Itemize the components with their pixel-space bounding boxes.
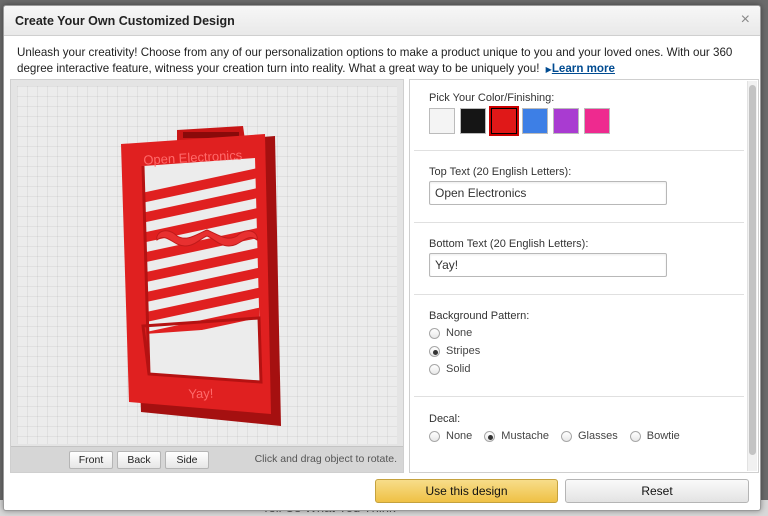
decal-option-none[interactable]: None	[429, 430, 472, 442]
pattern-option-label: Stripes	[446, 345, 481, 357]
decal-option-mustache[interactable]: Mustache	[484, 430, 549, 442]
rotate-hint: Click and drag object to rotate.	[254, 453, 397, 465]
pattern-option-label: Solid	[446, 363, 471, 375]
color-section: Pick Your Color/Finishing:	[414, 80, 744, 151]
intro-text: Unleash your creativity! Choose from any…	[17, 45, 752, 78]
preview-viewer: Open Electronics Yay! Front Back Side Cl…	[10, 79, 404, 473]
bottom-text-section: Bottom Text (20 English Letters):	[414, 223, 744, 295]
swatch-black[interactable]	[460, 108, 486, 134]
decal-options: None Mustache Glasses Bowtie	[429, 430, 692, 442]
decal-option-label: None	[446, 430, 473, 442]
bottom-text-label: Bottom Text (20 English Letters):	[429, 238, 589, 250]
intro-paragraph: Unleash your creativity! Choose from any…	[17, 46, 733, 75]
phone-case-model: Open Electronics Yay!	[121, 126, 281, 426]
bottom-text-input[interactable]	[429, 253, 667, 277]
swatch-red[interactable]	[489, 106, 519, 136]
dialog-header: Create Your Own Customized Design ×	[4, 6, 760, 36]
pattern-label: Background Pattern:	[429, 310, 530, 322]
reset-button[interactable]: Reset	[565, 479, 749, 503]
model-bottom-text: Yay!	[188, 386, 214, 402]
color-label: Pick Your Color/Finishing:	[429, 92, 555, 104]
front-view-button[interactable]: Front	[69, 451, 113, 469]
back-view-button[interactable]: Back	[117, 451, 161, 469]
pattern-option-none[interactable]: None	[429, 327, 472, 339]
options-scroll-area: Pick Your Color/Finishing: Top Text (20 …	[410, 80, 748, 472]
radio-checked-icon[interactable]	[484, 430, 496, 442]
swatch-white[interactable]	[429, 108, 455, 134]
radio-icon[interactable]	[429, 363, 440, 375]
radio-icon[interactable]	[629, 430, 641, 442]
pattern-option-solid[interactable]: Solid	[429, 363, 470, 375]
decal-option-glasses[interactable]: Glasses	[561, 430, 618, 442]
options-scrollbar[interactable]	[747, 81, 757, 471]
top-text-label: Top Text (20 English Letters):	[429, 166, 572, 178]
radio-icon[interactable]	[561, 430, 572, 442]
radio-checked-icon[interactable]	[429, 345, 440, 357]
pattern-section: Background Pattern: None Stripes Solid	[414, 295, 744, 397]
learn-more-link[interactable]: Learn more	[552, 62, 615, 75]
3d-canvas[interactable]: Open Electronics Yay!	[17, 86, 397, 444]
use-design-button[interactable]: Use this design	[375, 479, 558, 503]
dialog-title: Create Your Own Customized Design	[15, 14, 235, 28]
decal-option-label: Mustache	[501, 430, 549, 442]
swatch-purple[interactable]	[553, 108, 579, 134]
top-text-section: Top Text (20 English Letters):	[414, 151, 744, 223]
decal-option-label: Glasses	[578, 430, 618, 442]
side-view-button[interactable]: Side	[165, 451, 209, 469]
swatch-pink[interactable]	[584, 108, 610, 134]
swatch-blue[interactable]	[522, 108, 548, 134]
radio-icon[interactable]	[429, 430, 440, 442]
decal-option-label: Bowtie	[646, 430, 680, 442]
options-panel: Pick Your Color/Finishing: Top Text (20 …	[409, 79, 759, 473]
pattern-option-stripes[interactable]: Stripes	[429, 345, 480, 357]
decal-option-bowtie[interactable]: Bowtie	[629, 430, 680, 442]
decal-section: Decal: None Mustache Glasses Bowtie	[414, 397, 744, 457]
pattern-option-label: None	[446, 327, 473, 339]
viewer-toolbar: Front Back Side Click and drag object to…	[11, 446, 403, 472]
top-text-input[interactable]	[429, 181, 667, 205]
radio-icon[interactable]	[429, 327, 440, 339]
close-icon[interactable]: ×	[741, 12, 750, 28]
customize-dialog: Create Your Own Customized Design × Unle…	[3, 5, 761, 511]
decal-label: Decal:	[429, 413, 461, 425]
scrollbar-thumb[interactable]	[749, 85, 756, 455]
